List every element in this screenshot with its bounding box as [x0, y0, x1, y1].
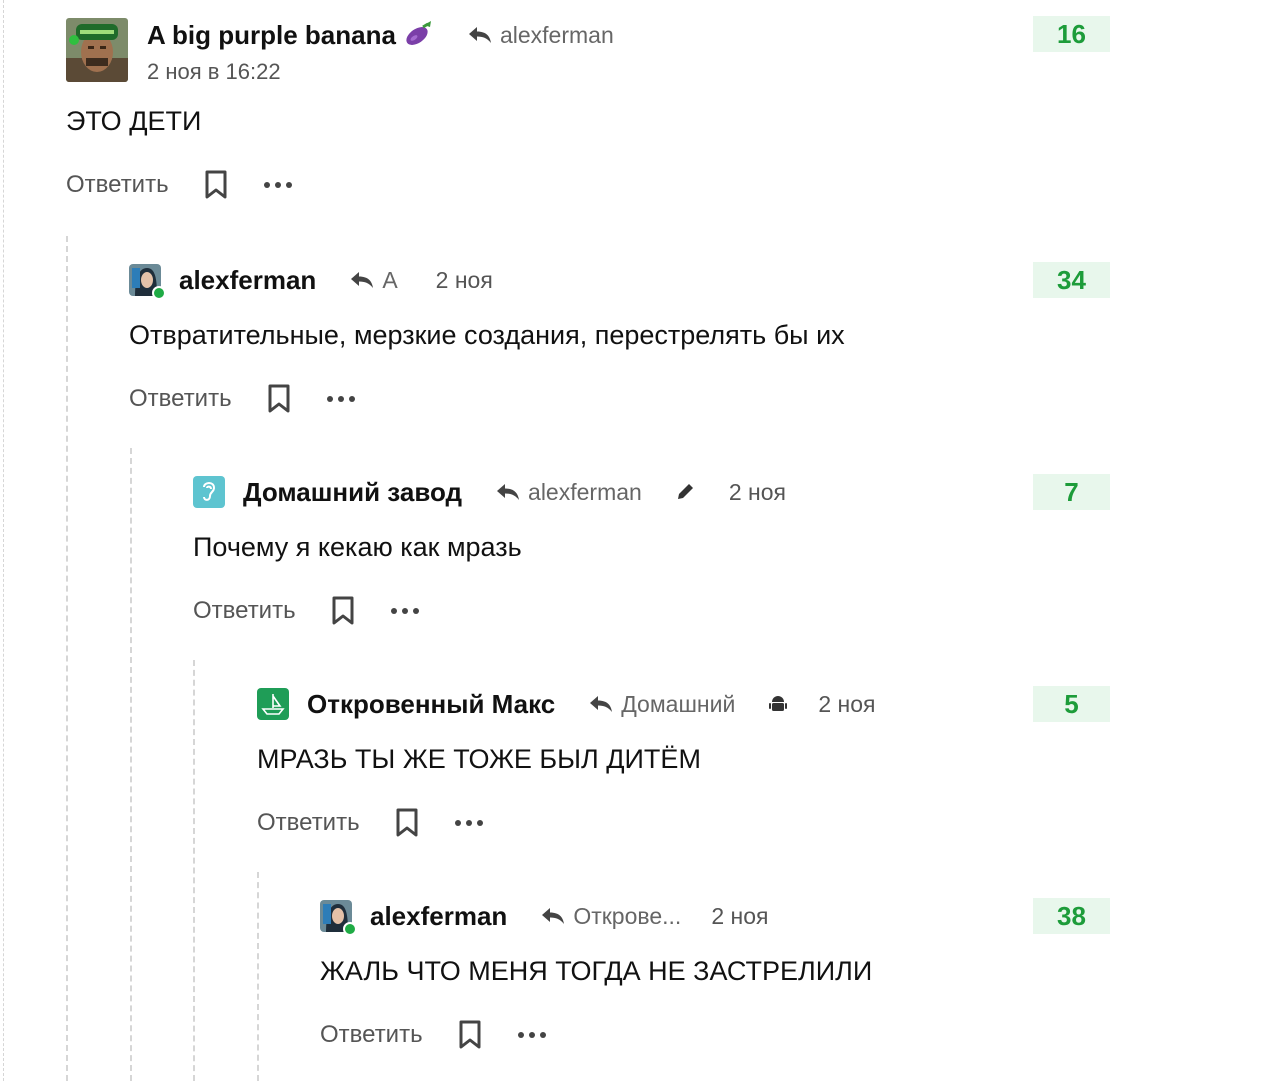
author-name[interactable]: alexferman: [370, 901, 507, 932]
reply-arrow-icon: [542, 908, 565, 924]
reply-button[interactable]: Ответить: [66, 171, 169, 199]
reply-arrow-icon: [351, 272, 374, 288]
reply-to-name: A: [382, 266, 398, 293]
comment-text: МРАЗЬ ТЫ ЖЕ ТОЖЕ БЫЛ ДИТЁМ: [257, 744, 701, 774]
comment-actions: Ответить: [320, 1017, 1280, 1053]
reply-button[interactable]: Ответить: [193, 597, 296, 625]
comment-meta: A big purple banana alexferman 2 ноя в 1…: [147, 18, 614, 85]
comment: Домашний завод alexferman 2 ноя 7 Почему…: [193, 474, 1280, 629]
comment-actions: Ответить: [129, 381, 1239, 417]
comment-text: ЖАЛЬ ЧТО МЕНЯ ТОГДА НЕ ЗАСТРЕЛИЛИ: [320, 956, 873, 986]
soldier-avatar-icon: [66, 18, 128, 82]
comment: alexferman Открове... 2 ноя 38 ЖАЛЬ ЧТО …: [320, 898, 1280, 1053]
boat-avatar-icon: [257, 688, 289, 720]
reply-to[interactable]: alexferman: [496, 479, 642, 506]
comment-header: Домашний завод alexferman 2 ноя 7: [193, 474, 1280, 510]
comment: A big purple banana alexferman 2 ноя в 1…: [66, 16, 1176, 203]
reply-arrow-icon: [468, 27, 491, 43]
reply-to[interactable]: Открове...: [541, 903, 681, 930]
comment: alexferman A 2 ноя 34 Отвратительные, ме…: [129, 262, 1239, 417]
comment-date[interactable]: 2 ноя: [711, 903, 768, 930]
reply-to[interactable]: A: [350, 266, 398, 294]
online-indicator: [152, 286, 166, 300]
reply-arrow-icon: [590, 696, 613, 712]
avatar[interactable]: [257, 688, 289, 720]
reply-arrow-icon: [497, 484, 520, 500]
comment-text: Отвратительные, мерзкие создания, перест…: [129, 320, 845, 350]
more-options-icon[interactable]: [454, 819, 484, 827]
bookmark-icon[interactable]: [203, 170, 229, 200]
thread-line-level-4[interactable]: [257, 872, 259, 1081]
author-name[interactable]: Откровенный Макс: [307, 689, 555, 720]
avatar[interactable]: [320, 900, 357, 936]
thread-line-root: [3, 0, 4, 1081]
comment-date[interactable]: 2 ноя: [818, 691, 875, 718]
ear-avatar-icon: [193, 476, 225, 508]
comment-date[interactable]: 2 ноя: [436, 267, 493, 294]
reply-to-name: Домашний: [621, 690, 736, 717]
thread-line-level-2[interactable]: [130, 448, 132, 1081]
author-name[interactable]: A big purple banana: [147, 20, 396, 51]
comment-header: A big purple banana alexferman 2 ноя в 1…: [66, 16, 1176, 85]
comment-date[interactable]: 2 ноя в 16:22: [147, 59, 614, 85]
reply-to[interactable]: Домашний: [589, 691, 735, 718]
more-options-icon[interactable]: [263, 181, 293, 189]
rating-badge[interactable]: 16: [1033, 16, 1110, 52]
comment: Откровенный Макс Домашний 2 ноя 5 МРАЗЬ …: [257, 686, 1280, 841]
eggplant-icon: [404, 18, 434, 53]
avatar[interactable]: [129, 264, 166, 300]
more-options-icon[interactable]: [326, 395, 356, 403]
reply-to-name: alexferman: [528, 478, 642, 505]
reply-to-name: Открове...: [573, 902, 682, 929]
rating-badge[interactable]: 5: [1033, 686, 1110, 722]
comment-header: alexferman A 2 ноя 34: [129, 262, 1239, 300]
author-name[interactable]: Домашний завод: [243, 477, 462, 508]
reply-button[interactable]: Ответить: [129, 385, 232, 413]
comment-header: Откровенный Макс Домашний 2 ноя 5: [257, 686, 1280, 722]
bookmark-icon[interactable]: [394, 808, 420, 838]
author-name[interactable]: alexferman: [179, 265, 316, 296]
bookmark-icon[interactable]: [266, 384, 292, 414]
comment-text: ЭТО ДЕТИ: [66, 106, 202, 136]
avatar[interactable]: [193, 476, 225, 508]
reply-button[interactable]: Ответить: [257, 809, 360, 837]
comment-date[interactable]: 2 ноя: [729, 479, 786, 506]
bookmark-icon[interactable]: [330, 596, 356, 626]
reply-button[interactable]: Ответить: [320, 1021, 423, 1049]
comment-actions: Ответить: [257, 805, 1280, 841]
comment-actions: Ответить: [193, 593, 1280, 629]
android-icon: [768, 694, 788, 714]
reply-to[interactable]: alexferman: [468, 22, 614, 49]
more-options-icon[interactable]: [517, 1031, 547, 1039]
more-options-icon[interactable]: [390, 607, 420, 615]
pencil-icon: [675, 482, 695, 502]
avatar[interactable]: [66, 18, 128, 82]
bookmark-icon[interactable]: [457, 1020, 483, 1050]
online-indicator: [343, 922, 357, 936]
reply-to-name: alexferman: [499, 21, 614, 48]
comment-header: alexferman Открове... 2 ноя 38: [320, 898, 1280, 936]
comment-thread: A big purple banana alexferman 2 ноя в 1…: [0, 0, 1280, 1081]
rating-badge[interactable]: 38: [1033, 898, 1110, 934]
comment-text: Почему я кекаю как мразь: [193, 532, 522, 562]
comment-actions: Ответить: [66, 167, 1176, 203]
thread-line-level-3[interactable]: [193, 660, 195, 1081]
rating-badge[interactable]: 34: [1033, 262, 1110, 298]
rating-badge[interactable]: 7: [1033, 474, 1110, 510]
thread-line-level-1[interactable]: [66, 236, 68, 1081]
